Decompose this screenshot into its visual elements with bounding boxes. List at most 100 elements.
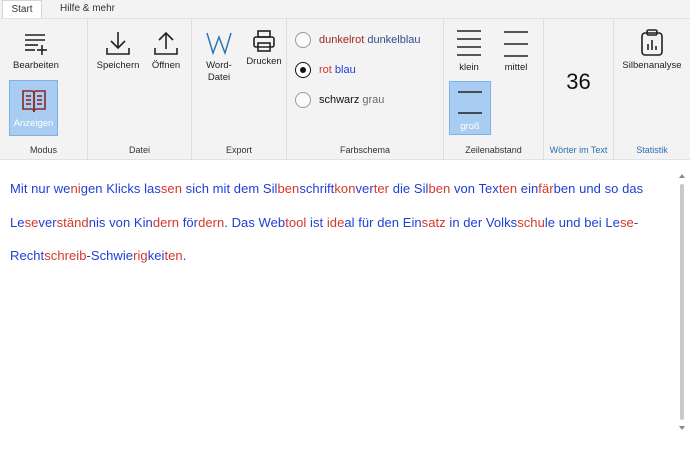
list-plus-icon	[25, 34, 47, 55]
syllable-segment: . Das Web	[224, 215, 286, 230]
upload-icon	[154, 31, 178, 55]
group-farbschema: dunkelrot dunkelblau rot blau schwarz gr…	[287, 19, 444, 160]
line-spacing-large-label: groß	[460, 121, 480, 132]
edit-button[interactable]: Bearbeiten	[8, 29, 64, 72]
group-label-farbschema: Farbschema	[339, 145, 391, 155]
syllable-segment: schu	[517, 215, 545, 230]
group-label-statistik: Statistik	[636, 145, 668, 155]
syllable-segment: le und bei Le	[544, 215, 620, 230]
word-file-label-line1: Word-	[206, 60, 232, 71]
edit-label: Bearbeiten	[13, 60, 59, 71]
scroll-up-arrow-icon[interactable]	[679, 174, 685, 178]
text-line-3: Rechtschreib-Schwierigkeiten.	[10, 248, 186, 263]
syllable-segment: ni	[70, 181, 81, 196]
syllable-segment: dern	[198, 215, 225, 230]
syllable-segment: kei	[147, 248, 165, 263]
syllable-segment: se	[619, 215, 634, 230]
syllable-segment: ben und so das	[553, 181, 644, 196]
show-label: Anzeigen	[13, 118, 54, 129]
vertical-scrollbar[interactable]	[678, 166, 686, 436]
group-datei: Speichern Öffnen Datei	[88, 19, 192, 160]
save-button[interactable]: Speichern	[92, 29, 144, 72]
option-black-first: schwarz	[319, 94, 360, 106]
syllable-segment: ter	[373, 181, 390, 196]
syllable-segment: gen Klicks las	[80, 181, 161, 196]
clipboard-chart-icon	[641, 29, 663, 56]
group-label-export: Export	[225, 145, 252, 155]
syllable-segment: fär	[538, 181, 554, 196]
syllable-segment: ver	[355, 181, 374, 196]
syllable-segment: tool	[285, 215, 307, 230]
syllable-segment: se	[24, 215, 39, 230]
group-export: Word- Datei Drucken Export	[192, 19, 287, 160]
word-w-icon	[206, 32, 232, 56]
tab-start[interactable]: Start	[2, 0, 42, 18]
download-icon	[106, 32, 130, 55]
lines-tight-icon	[457, 30, 481, 56]
line-spacing-large-button[interactable]: groß	[449, 81, 491, 135]
group-word-count: 36 Wörter im Text	[544, 19, 614, 160]
text-area[interactable]: Mit nur wenigen Klicks lassen sich mit d…	[0, 161, 690, 441]
tab-bar: Start Hilfe & mehr	[0, 0, 690, 18]
syllable-segment: in der Volks	[445, 215, 518, 230]
syllable-segment: nis von Kin	[88, 215, 153, 230]
syllable-analysis-button[interactable]: Silbenanalyse	[616, 29, 688, 72]
syllable-segment: sich mit dem Sil	[182, 181, 278, 196]
syllable-segment: .	[182, 248, 187, 263]
syllable-segment: ist	[306, 215, 327, 230]
word-file-label: Word- Datei	[197, 60, 241, 84]
option-dark-second: dunkelblau	[367, 34, 421, 46]
syllable-analysis-label: Silbenanalyse	[622, 60, 682, 71]
group-label-modus: Modus	[29, 145, 57, 155]
show-button[interactable]: Anzeigen	[9, 80, 58, 136]
syllable-segment: schrift	[299, 181, 335, 196]
text-line-2: Leseverständnis von Kindern fördern. Das…	[10, 215, 638, 230]
save-label: Speichern	[96, 60, 140, 71]
option-dark-first: dunkelrot	[319, 34, 365, 46]
print-button[interactable]: Drucken	[244, 29, 284, 68]
radio-black-grey[interactable]	[295, 92, 311, 108]
printer-icon	[253, 30, 275, 52]
option-red-second: blau	[334, 64, 356, 76]
text-line-1: Mit nur wenigen Klicks lassen sich mit d…	[10, 181, 643, 196]
syllable-segment: för	[179, 215, 199, 230]
word-count-value: 36	[566, 69, 591, 94]
option-red-first: rot	[319, 64, 332, 76]
group-label-zeilenabstand: Zeilenabstand	[465, 145, 522, 155]
line-spacing-small-label: klein	[459, 62, 479, 73]
syllable-segment: kon	[334, 181, 356, 196]
word-file-label-line2: Datei	[207, 72, 231, 83]
group-label-datei: Datei	[128, 145, 150, 155]
syllable-segment: die Sil	[389, 181, 429, 196]
syllable-segment: dern	[152, 215, 180, 230]
syllable-segment: schreib	[44, 248, 87, 263]
scroll-down-arrow-icon[interactable]	[679, 426, 685, 430]
radio-dark[interactable]	[295, 32, 311, 48]
open-book-icon	[21, 90, 46, 113]
syllable-segment: al für den Ein	[344, 215, 422, 230]
radio-red-blue[interactable]	[295, 62, 311, 78]
syllable-segment: ständ	[56, 215, 89, 230]
lines-wide-icon	[458, 91, 482, 114]
syllable-segment: sen	[160, 181, 182, 196]
group-label-word-count: Wörter im Text	[549, 145, 608, 155]
word-file-button[interactable]: Word- Datei	[197, 29, 241, 84]
syllable-segment: ben	[277, 181, 300, 196]
syllable-segment: -	[633, 215, 639, 230]
syllable-segment: rig	[133, 248, 148, 263]
syllable-segment: von Tex	[450, 181, 499, 196]
syllable-segment: Recht	[10, 248, 45, 263]
syllable-segment: ten	[498, 181, 518, 196]
scroll-thumb[interactable]	[680, 184, 684, 420]
syllable-segment: Le	[10, 215, 25, 230]
line-spacing-medium-label: mittel	[504, 62, 528, 73]
tab-help-and-more[interactable]: Hilfe & mehr	[60, 0, 115, 18]
syllable-segment: Mit nur we	[10, 181, 71, 196]
lines-medium-icon	[504, 31, 528, 57]
print-label: Drucken	[246, 56, 282, 67]
line-spacing-medium-button[interactable]: mittel	[496, 27, 536, 74]
syllable-segment: ide	[326, 215, 345, 230]
group-modus: Bearbeiten Anzeigen Modus	[0, 19, 88, 160]
line-spacing-small-button[interactable]: klein	[450, 27, 488, 74]
open-button[interactable]: Öffnen	[144, 29, 188, 72]
